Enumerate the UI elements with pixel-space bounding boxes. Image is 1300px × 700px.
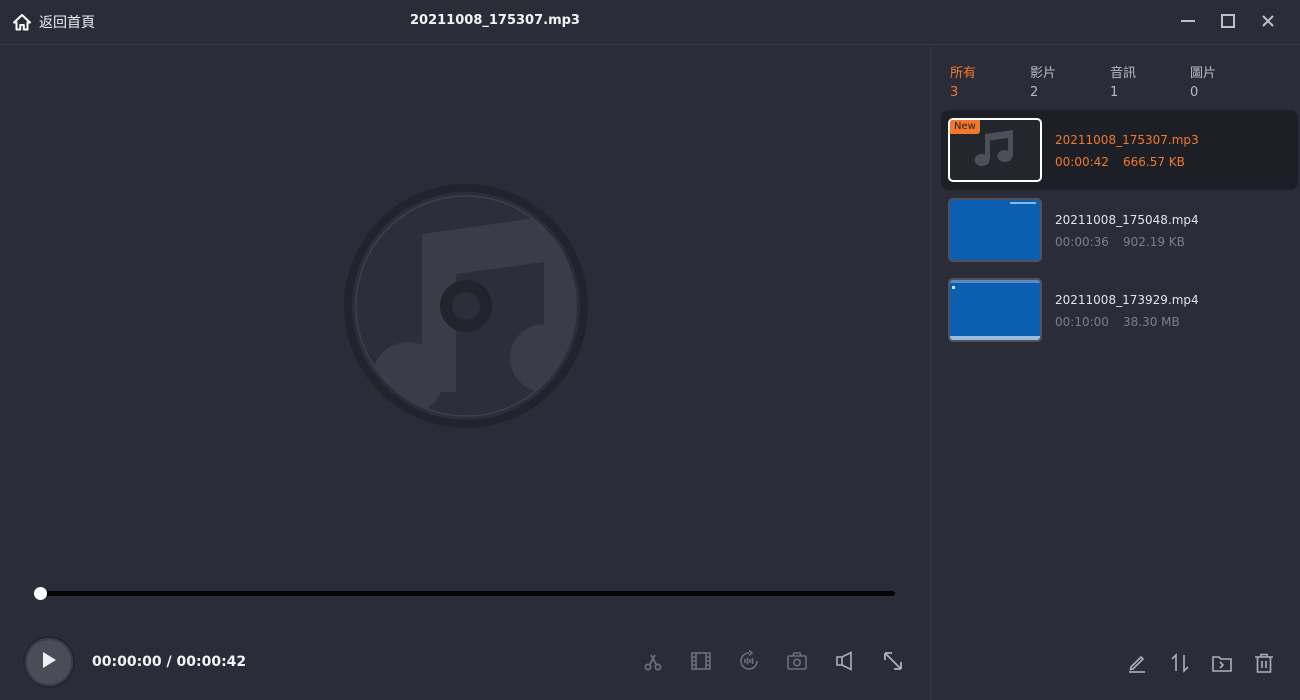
music-note-icon [973, 128, 1017, 172]
snapshot-icon [785, 650, 809, 676]
media-list-item[interactable]: 20211008_175048.mp4 00:00:36 902.19 KB [941, 190, 1298, 270]
volume-button[interactable] [832, 650, 858, 676]
tab-video-count: 2 [1030, 85, 1039, 100]
delete-icon [1253, 652, 1275, 678]
window-title: 20211008_175307.mp3 [410, 13, 580, 28]
tab-audio[interactable]: 音訊 1 [1110, 62, 1136, 100]
fullscreen-button[interactable] [880, 650, 906, 676]
close-icon [1259, 12, 1277, 34]
filmstrip-icon [689, 650, 713, 676]
minimize-button[interactable] [1177, 12, 1199, 34]
item-file-name: 20211008_173929.mp4 [1055, 293, 1199, 307]
edit-button[interactable] [1124, 652, 1150, 678]
tab-audio-count: 1 [1110, 85, 1119, 100]
minimize-icon [1179, 12, 1197, 34]
volume-icon [833, 650, 857, 676]
audio-rotate-button[interactable] [736, 649, 762, 677]
media-player-window: 返回首頁 20211008_175307.mp3 00:00:00 / 00:0… [0, 0, 1300, 700]
tab-video-label: 影片 [1030, 66, 1057, 81]
new-badge: New [950, 120, 980, 134]
tab-audio-label: 音訊 [1110, 66, 1137, 81]
tab-image-count: 0 [1190, 85, 1199, 100]
item-file-size: 666.57 KB [1123, 155, 1185, 169]
player-area: 00:00:00 / 00:00:42 [0, 46, 930, 700]
tab-video[interactable]: 影片 2 [1030, 62, 1056, 100]
thumbnail-detail [952, 286, 955, 289]
edit-icon [1126, 652, 1148, 678]
video-thumbnail [948, 278, 1042, 342]
thumbnail-detail [950, 336, 1040, 340]
progress-handle[interactable] [34, 587, 47, 600]
thumbnail-detail [950, 280, 1040, 283]
audio-disc-artwork [342, 182, 590, 434]
sort-button[interactable] [1167, 652, 1193, 678]
audio-rotate-icon [737, 649, 761, 677]
close-button[interactable] [1257, 12, 1279, 34]
maximize-icon [1219, 12, 1237, 34]
filmstrip-button[interactable] [688, 650, 714, 676]
item-file-name: 20211008_175048.mp4 [1055, 213, 1199, 227]
tab-all-count: 3 [950, 85, 959, 100]
tab-image[interactable]: 圖片 0 [1190, 62, 1216, 100]
sort-icon [1169, 652, 1191, 678]
tab-all-label: 所有 [950, 66, 977, 81]
time-display: 00:00:00 / 00:00:42 [92, 654, 247, 670]
video-thumbnail [948, 198, 1042, 262]
play-icon [40, 650, 58, 674]
trim-button[interactable] [640, 650, 666, 676]
fullscreen-icon [882, 650, 904, 676]
play-button[interactable] [25, 638, 73, 686]
tab-image-label: 圖片 [1190, 66, 1217, 81]
item-file-name: 20211008_175307.mp3 [1055, 133, 1199, 147]
delete-button[interactable] [1251, 652, 1277, 678]
open-folder-button[interactable] [1209, 652, 1235, 678]
media-list-item[interactable]: 20211008_173929.mp4 00:10:00 38.30 MB [941, 270, 1298, 350]
audio-thumbnail: New [948, 118, 1042, 182]
music-note-icon [342, 184, 590, 434]
item-duration: 00:10:00 [1055, 315, 1109, 329]
snapshot-button[interactable] [784, 650, 810, 676]
title-bar: 返回首頁 20211008_175307.mp3 [0, 0, 1300, 45]
progress-track[interactable] [40, 591, 895, 596]
item-duration: 00:00:36 [1055, 235, 1109, 249]
maximize-button[interactable] [1217, 12, 1239, 34]
tab-all[interactable]: 所有 3 [950, 62, 976, 100]
item-duration: 00:00:42 [1055, 155, 1109, 169]
item-file-size: 38.30 MB [1123, 315, 1180, 329]
back-home-label: 返回首頁 [39, 15, 95, 31]
media-list-panel: 所有 3 影片 2 音訊 1 圖片 0 New 20211008_175307.… [931, 46, 1300, 700]
thumbnail-detail [1010, 202, 1036, 204]
item-file-size: 902.19 KB [1123, 235, 1185, 249]
open-folder-icon [1211, 652, 1233, 678]
trim-icon [642, 650, 664, 676]
back-home-button[interactable]: 返回首頁 [13, 11, 95, 33]
home-icon [13, 13, 31, 31]
media-list-item[interactable]: New 20211008_175307.mp3 00:00:42 666.57 … [941, 110, 1298, 190]
